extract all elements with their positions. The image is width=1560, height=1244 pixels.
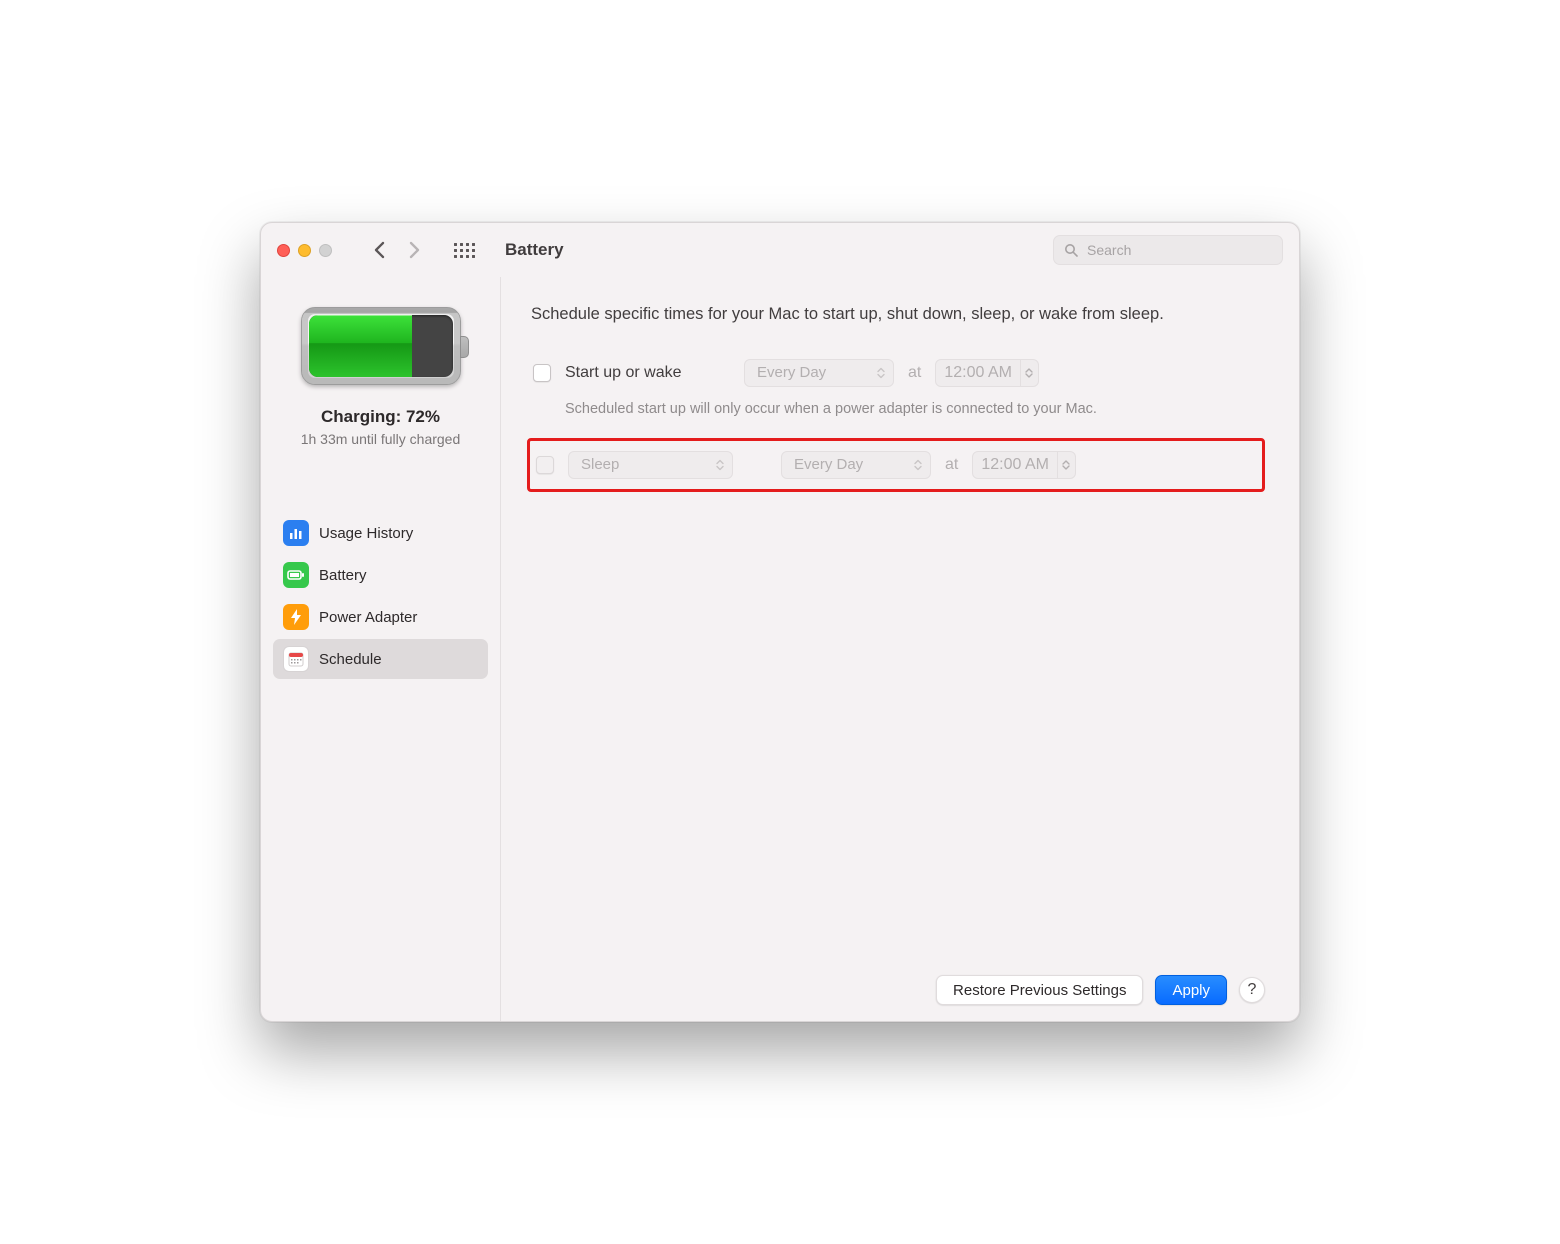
sleep-time-field[interactable]: 12:00 AM [972, 451, 1076, 479]
preferences-window: Battery Search Charging: 72% 1h 33m unti… [260, 222, 1300, 1022]
power-adapter-icon [283, 604, 309, 630]
startup-frequency-select[interactable]: Every Day [744, 359, 894, 387]
close-button[interactable] [277, 244, 290, 257]
forward-button[interactable] [402, 238, 426, 262]
sidebar-item-label: Schedule [319, 651, 382, 668]
chevron-updown-icon [877, 367, 885, 378]
startup-checkbox[interactable] [533, 364, 551, 382]
sleep-frequency-select[interactable]: Every Day [781, 451, 931, 479]
sleep-time-stepper[interactable] [1058, 451, 1076, 479]
sleep-time-value: 12:00 AM [972, 451, 1058, 479]
battery-icon-small [283, 562, 309, 588]
sidebar: Charging: 72% 1h 33m until fully charged… [261, 277, 501, 1021]
battery-icon [301, 307, 461, 385]
startup-label: Start up or wake [565, 364, 730, 382]
sidebar-item-schedule[interactable]: Schedule [273, 639, 488, 679]
search-input[interactable]: Search [1053, 235, 1283, 265]
content-area: Schedule specific times for your Mac to … [501, 277, 1299, 1021]
at-label: at [908, 364, 921, 382]
sidebar-item-power-adapter[interactable]: Power Adapter [273, 597, 488, 637]
startup-time-field[interactable]: 12:00 AM [935, 359, 1039, 387]
startup-frequency-value: Every Day [757, 364, 826, 381]
sleep-checkbox[interactable] [536, 456, 554, 474]
sidebar-item-label: Usage History [319, 525, 413, 542]
startup-time-stepper[interactable] [1021, 359, 1039, 387]
search-placeholder: Search [1087, 242, 1131, 258]
charging-status: Charging: 72% [321, 407, 440, 427]
sleep-frequency-value: Every Day [794, 456, 863, 473]
traffic-lights [277, 244, 332, 257]
body: Charging: 72% 1h 33m until fully charged… [261, 277, 1299, 1021]
restore-previous-button[interactable]: Restore Previous Settings [936, 975, 1143, 1005]
at-label: at [945, 456, 958, 474]
apply-button[interactable]: Apply [1155, 975, 1227, 1005]
schedule-rows: Start up or wake Every Day at 12:00 AM [531, 351, 1265, 492]
startup-hint: Scheduled start up will only occur when … [565, 399, 1125, 420]
row-startup-wake: Start up or wake Every Day at 12:00 AM [531, 351, 1265, 395]
schedule-icon [283, 646, 309, 672]
sidebar-item-label: Battery [319, 567, 367, 584]
startup-time-value: 12:00 AM [935, 359, 1021, 387]
window-title: Battery [505, 240, 564, 260]
sidebar-item-battery[interactable]: Battery [273, 555, 488, 595]
intro-text: Schedule specific times for your Mac to … [531, 303, 1265, 327]
row-sleep-highlighted: Sleep Every Day at [527, 438, 1265, 492]
chevron-updown-icon [716, 459, 724, 470]
footer: Restore Previous Settings Apply ? [531, 965, 1265, 1005]
nav-buttons [368, 238, 426, 262]
usage-history-icon [283, 520, 309, 546]
search-icon [1064, 243, 1079, 258]
chevron-updown-icon [914, 459, 922, 470]
sleep-action-value: Sleep [581, 456, 619, 473]
back-button[interactable] [368, 238, 392, 262]
titlebar: Battery Search [261, 223, 1299, 277]
help-button[interactable]: ? [1239, 977, 1265, 1003]
battery-visual: Charging: 72% 1h 33m until fully charged [261, 297, 500, 469]
show-all-icon[interactable] [454, 243, 475, 258]
time-remaining: 1h 33m until fully charged [301, 431, 461, 447]
maximize-button [319, 244, 332, 257]
sleep-action-select[interactable]: Sleep [568, 451, 733, 479]
sidebar-item-usage-history[interactable]: Usage History [273, 513, 488, 553]
sidebar-item-label: Power Adapter [319, 609, 417, 626]
sidebar-list: Usage History Battery Power Adapter [261, 513, 500, 679]
minimize-button[interactable] [298, 244, 311, 257]
